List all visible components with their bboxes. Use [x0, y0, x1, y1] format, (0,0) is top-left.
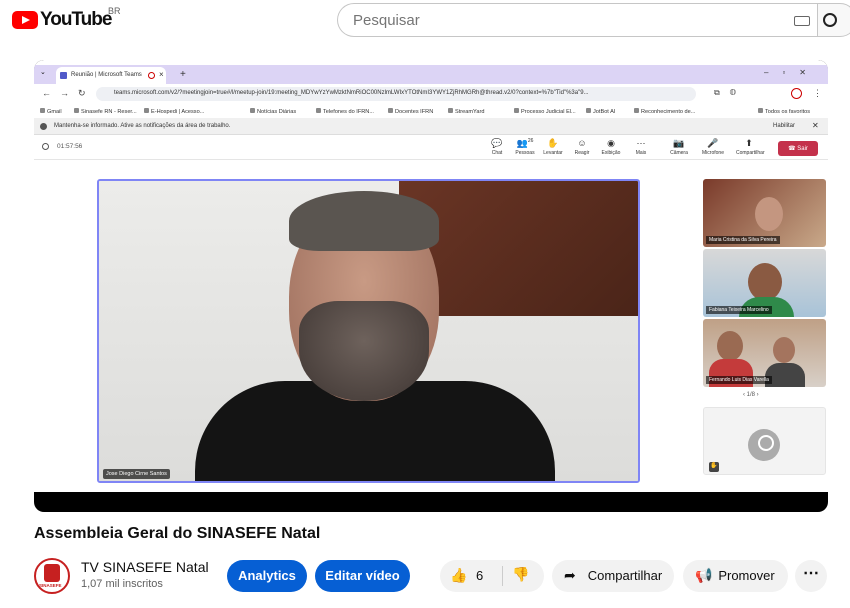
extension-icons[interactable]: ⧉◍ — [714, 88, 746, 98]
main-speaker-video[interactable]: Jose Diego Cirne Santos — [97, 179, 640, 483]
bookmark[interactable]: Docentes IFRN — [388, 108, 433, 115]
video-title: Assembleia Geral do SINASEFE Natal — [34, 525, 321, 542]
share-arrow-icon: ➦ — [564, 567, 576, 583]
youtube-logo[interactable]: YouTube BR — [12, 6, 121, 31]
react-icon: ☺ — [577, 138, 587, 148]
chat-icon: 💬 — [491, 138, 503, 148]
meeting-timer: 01:57:56 — [42, 143, 82, 150]
share-button[interactable]: ➦ Compartilhar — [552, 560, 674, 592]
close-tab-icon[interactable]: × — [159, 70, 164, 79]
chat-button[interactable]: 💬 Chat — [484, 138, 510, 156]
teams-toolbar: 01:57:56 💬 Chat 👥26 Pessoas ✋ Levantar ☺ Rea… — [34, 136, 828, 160]
bookmark[interactable]: E-Hospedi | Acesso... — [144, 108, 204, 115]
megaphone-icon: 📢 — [695, 567, 713, 583]
url-field[interactable]: teams.microsoft.com/v2/?meetingjoin=true… — [96, 87, 696, 101]
avatar-icon — [748, 429, 780, 461]
analytics-button[interactable]: Analytics — [227, 560, 307, 592]
bookmark[interactable]: Gmail — [40, 108, 62, 115]
bookmark[interactable]: Notícias Diárias — [250, 108, 296, 115]
share-screen-button[interactable]: ⬆ Compartilhar — [736, 138, 765, 156]
participant-tile[interactable]: Fabiana Teixeira Marcelino — [703, 249, 826, 317]
self-view-tile[interactable]: ✋ — [703, 407, 826, 475]
bookmark[interactable]: JotBot AI — [586, 108, 615, 115]
more-button[interactable]: ⋯ Mais — [628, 138, 654, 156]
bookmark[interactable]: StreamYard — [448, 108, 484, 115]
video-player[interactable]: ⌄ Reunião | Microsoft Teams × + –▫✕ ← → … — [34, 60, 828, 512]
like-count: 6 — [476, 568, 484, 583]
raise-hand-button[interactable]: ✋ Levantar — [540, 138, 566, 156]
info-icon — [40, 123, 47, 130]
like-dislike-group: 👍 6 👎 — [440, 560, 544, 592]
participant-tile[interactable]: Maria Cristina da Silva Pereira — [703, 179, 826, 247]
bookmark-all[interactable]: Todos os favoritos — [758, 108, 810, 115]
browser-tab[interactable]: Reunião | Microsoft Teams × — [56, 67, 166, 84]
raised-hand-icon: ✋ — [709, 462, 719, 472]
logo-wordmark: YouTube — [40, 9, 112, 30]
view-button[interactable]: ◉ Exibição — [598, 138, 624, 156]
bookmark[interactable]: Sinasefe RN - Reser... — [74, 108, 137, 115]
back-icon[interactable]: ← — [42, 88, 51, 98]
more-actions-button[interactable]: ⋯ — [795, 560, 827, 592]
speaker-name: Jose Diego Cirne Santos — [103, 469, 170, 479]
microphone-icon: 🎤 — [707, 138, 719, 148]
thumbs-down-icon[interactable]: 👎 — [512, 566, 529, 583]
masthead: YouTube BR Pesquisar — [0, 0, 850, 40]
channel-avatar[interactable]: SINASEFE — [34, 558, 70, 594]
shield-icon — [42, 143, 49, 150]
enable-notifications-button[interactable]: Habilitar — [773, 123, 795, 129]
bookmarks-bar: Gmail Sinasefe RN - Reser... E-Hospedi |… — [34, 104, 828, 118]
recording-icon — [148, 72, 155, 79]
new-tab-icon[interactable]: + — [180, 69, 186, 80]
search-box[interactable]: Pesquisar — [337, 3, 817, 37]
keyboard-icon[interactable] — [794, 16, 810, 26]
window-controls[interactable]: –▫✕ — [764, 68, 820, 77]
tab-title: Reunião | Microsoft Teams — [71, 72, 142, 78]
search-placeholder: Pesquisar — [353, 12, 420, 29]
camera-icon: 📷 — [673, 138, 685, 148]
browser-window: ⌄ Reunião | Microsoft Teams × + –▫✕ ← → … — [34, 60, 828, 492]
more-icon: ⋯ — [636, 138, 646, 148]
camera-button[interactable]: 📷 Câmera — [666, 138, 692, 156]
menu-icon[interactable]: ⋮ — [813, 88, 822, 99]
people-button[interactable]: 👥26 Pessoas — [512, 138, 538, 156]
bookmark[interactable]: Processo Judicial El... — [514, 108, 576, 115]
participant-tile[interactable]: Fernando Luis Dias Varella — [703, 319, 826, 387]
tab-search-icon[interactable]: ⌄ — [40, 68, 46, 76]
subscriber-count: 1,07 mil inscritos — [81, 578, 163, 590]
view-icon: ◉ — [607, 138, 615, 148]
tab-bar: ⌄ Reunião | Microsoft Teams × + –▫✕ — [34, 65, 828, 84]
meeting-stage: Jose Diego Cirne Santos Maria Cristina d… — [34, 161, 828, 492]
promote-button[interactable]: 📢 Promover — [683, 560, 788, 592]
bookmark[interactable]: Reconhecimento de... — [634, 108, 695, 115]
share-icon: ⬆ — [745, 138, 753, 148]
react-button[interactable]: ☺ Reagir — [569, 138, 595, 156]
people-icon: 👥26 — [516, 138, 534, 148]
notification-bar: Mantenha-se informado. Ative as notifica… — [34, 118, 828, 135]
close-icon[interactable]: ✕ — [812, 121, 819, 130]
bookmark[interactable]: Telefones do IFRN... — [316, 108, 374, 115]
profile-icon[interactable] — [791, 88, 802, 99]
reload-icon[interactable]: ↻ — [78, 88, 86, 99]
teams-icon — [60, 72, 67, 79]
channel-name[interactable]: TV SINASEFE Natal — [81, 559, 209, 575]
search-button[interactable] — [817, 3, 850, 37]
sinasefe-logo — [44, 564, 60, 582]
gallery-pager[interactable]: ‹ 1/8 › — [743, 392, 759, 398]
search-icon — [823, 13, 837, 27]
microphone-button[interactable]: 🎤 Microfone — [700, 138, 726, 156]
address-bar-row: ← → ↻ teams.microsoft.com/v2/?meetingjoi… — [34, 84, 828, 104]
country-code: BR — [108, 6, 121, 16]
raise-hand-icon: ✋ — [547, 138, 559, 148]
forward-icon[interactable]: → — [60, 88, 69, 98]
leave-button[interactable]: ☎ Sair — [778, 141, 818, 156]
youtube-play-icon — [12, 11, 38, 29]
notification-text: Mantenha-se informado. Ative as notifica… — [54, 123, 231, 129]
edit-video-button[interactable]: Editar vídeo — [315, 560, 410, 592]
thumbs-up-icon[interactable]: 👍 — [450, 567, 467, 584]
